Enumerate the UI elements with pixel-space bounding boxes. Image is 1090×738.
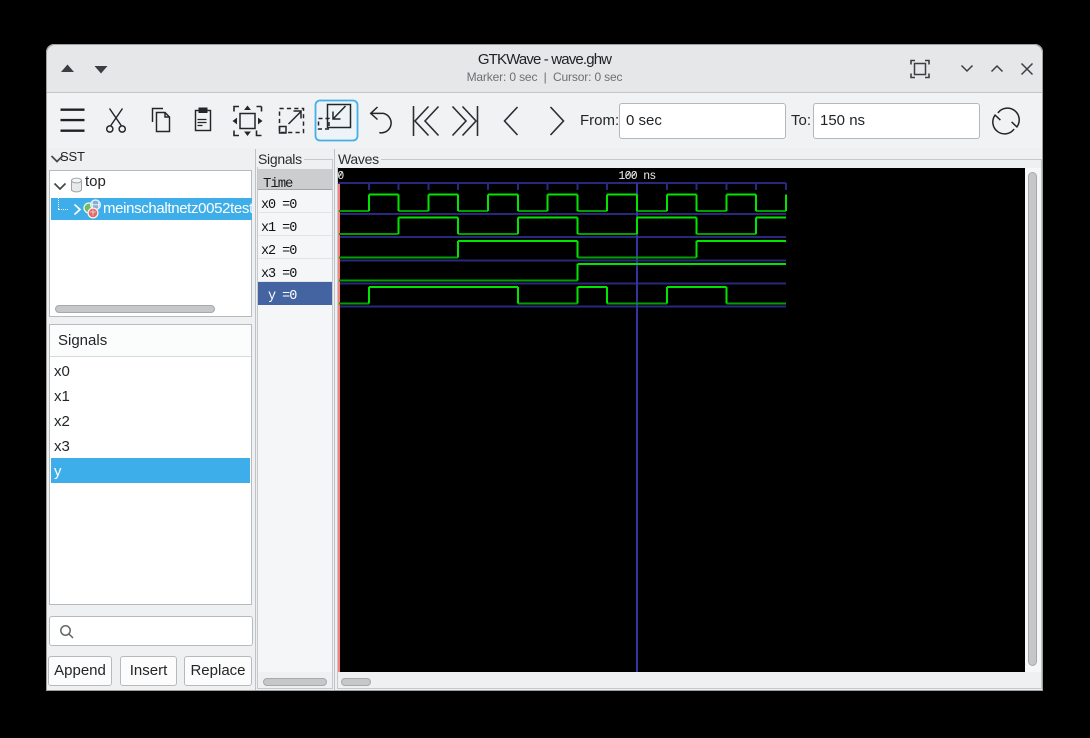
svg-text:100 ns: 100 ns xyxy=(618,170,655,183)
